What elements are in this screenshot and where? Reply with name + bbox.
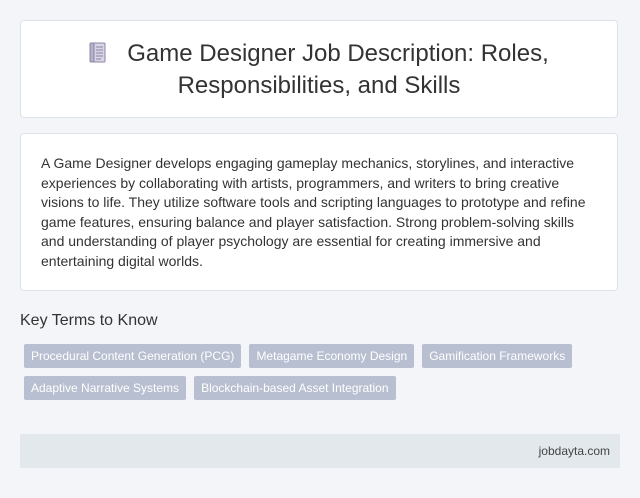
- footer: jobdayta.com: [20, 434, 620, 468]
- key-term-tag: Procedural Content Generation (PCG): [24, 344, 242, 368]
- key-term-tag: Adaptive Narrative Systems: [24, 376, 187, 400]
- key-terms-list: Procedural Content Generation (PCG) Metag…: [20, 344, 620, 408]
- title-card: Game Designer Job Description: Roles, Re…: [20, 20, 618, 118]
- key-term-tag: Gamification Frameworks: [422, 344, 573, 368]
- page-title-text: Game Designer Job Description: Roles, Re…: [127, 39, 549, 99]
- page-title: Game Designer Job Description: Roles, Re…: [59, 39, 579, 100]
- document-icon: [89, 42, 109, 71]
- description-text: A Game Designer develops engaging gamepl…: [41, 155, 586, 269]
- key-terms-heading: Key Terms to Know: [20, 312, 158, 329]
- key-term-tag: Metagame Economy Design: [249, 344, 415, 368]
- description-card: A Game Designer develops engaging gamepl…: [20, 133, 618, 291]
- key-term-tag: Blockchain-based Asset Integration: [194, 376, 396, 400]
- footer-site-link[interactable]: jobdayta.com: [539, 444, 610, 458]
